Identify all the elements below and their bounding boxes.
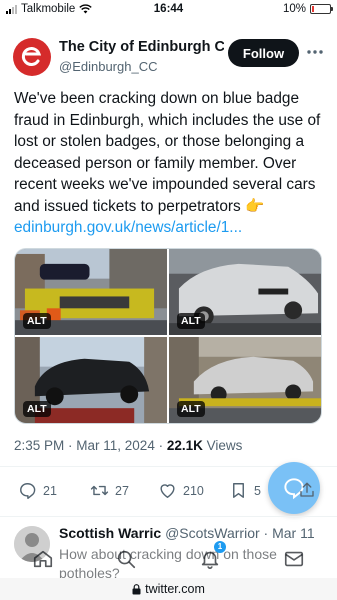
notification-badge: 1 <box>214 541 226 553</box>
edinburgh-logo-icon <box>21 47 42 66</box>
retweet-icon <box>90 485 109 496</box>
alt-badge[interactable]: ALT <box>23 313 51 329</box>
bookmark-button[interactable]: 5 <box>229 481 261 500</box>
bookmark-icon <box>233 483 244 498</box>
tweet-photo-1[interactable]: ALT <box>15 249 167 335</box>
author-avatar[interactable] <box>13 38 51 76</box>
author-display-name[interactable]: The City of Edinburgh Cou <box>59 39 224 55</box>
reply-header: Scottish Warric @ScotsWarrior · Mar 11 <box>59 525 329 541</box>
bottom-tab-bar <box>0 540 337 576</box>
lock-icon <box>132 583 141 594</box>
view-count: 22.1K <box>166 438 203 453</box>
tweet-text: We've been cracking down on blue badge f… <box>14 90 321 215</box>
retweet-button[interactable]: 27 <box>90 481 129 500</box>
alt-badge[interactable]: ALT <box>177 313 205 329</box>
tab-search[interactable] <box>115 548 137 570</box>
tab-home[interactable] <box>32 548 54 570</box>
battery-group: 10% <box>282 3 333 15</box>
mail-icon <box>284 551 304 567</box>
like-count: 210 <box>183 483 204 498</box>
tweet-photo-2[interactable]: ALT <box>169 249 321 335</box>
more-options-icon[interactable] <box>305 44 325 60</box>
battery-percent: 10% <box>282 3 306 15</box>
url-text: twitter.com <box>145 582 205 596</box>
tweet-meta: 2:35 PM · Mar 11, 2024 · 22.1K Views <box>14 438 242 453</box>
share-icon[interactable] <box>298 481 316 499</box>
tweet-link[interactable]: edinburgh.gov.uk/news/article/1... <box>14 219 242 236</box>
status-bar: Talkmobile 16:44 10% <box>0 0 337 20</box>
home-icon <box>33 550 53 568</box>
tweet-photo-4[interactable]: ALT <box>169 337 321 423</box>
reply-author-name[interactable]: Scottish Warric <box>59 525 161 541</box>
retweet-count: 27 <box>115 483 129 498</box>
battery-icon <box>310 4 333 14</box>
tweet-timestamp[interactable]: 2:35 PM · Mar 11, 2024 · <box>14 438 167 453</box>
follow-button[interactable]: Follow <box>228 39 299 67</box>
alt-badge[interactable]: ALT <box>177 401 205 417</box>
search-icon <box>117 550 136 569</box>
alt-badge[interactable]: ALT <box>23 401 51 417</box>
reply-icon <box>20 483 36 499</box>
author-handle[interactable]: @Edinburgh_CC <box>59 59 157 74</box>
reply-handle-date[interactable]: @ScotsWarrior · Mar 11 <box>165 525 315 541</box>
views-label: Views <box>202 438 243 453</box>
reply-button[interactable]: 21 <box>18 481 57 500</box>
tab-messages[interactable] <box>283 548 305 570</box>
bookmark-count: 5 <box>254 483 261 498</box>
browser-url-bar[interactable]: twitter.com <box>0 578 337 600</box>
like-button[interactable]: 210 <box>158 481 204 500</box>
media-grid: ALT ALT ALT ALT <box>14 248 322 424</box>
tweet-body: We've been cracking down on blue badge f… <box>14 88 326 239</box>
reply-count: 21 <box>43 483 57 498</box>
divider <box>0 516 337 517</box>
heart-icon <box>160 484 175 498</box>
tweet-photo-3[interactable]: ALT <box>15 337 167 423</box>
